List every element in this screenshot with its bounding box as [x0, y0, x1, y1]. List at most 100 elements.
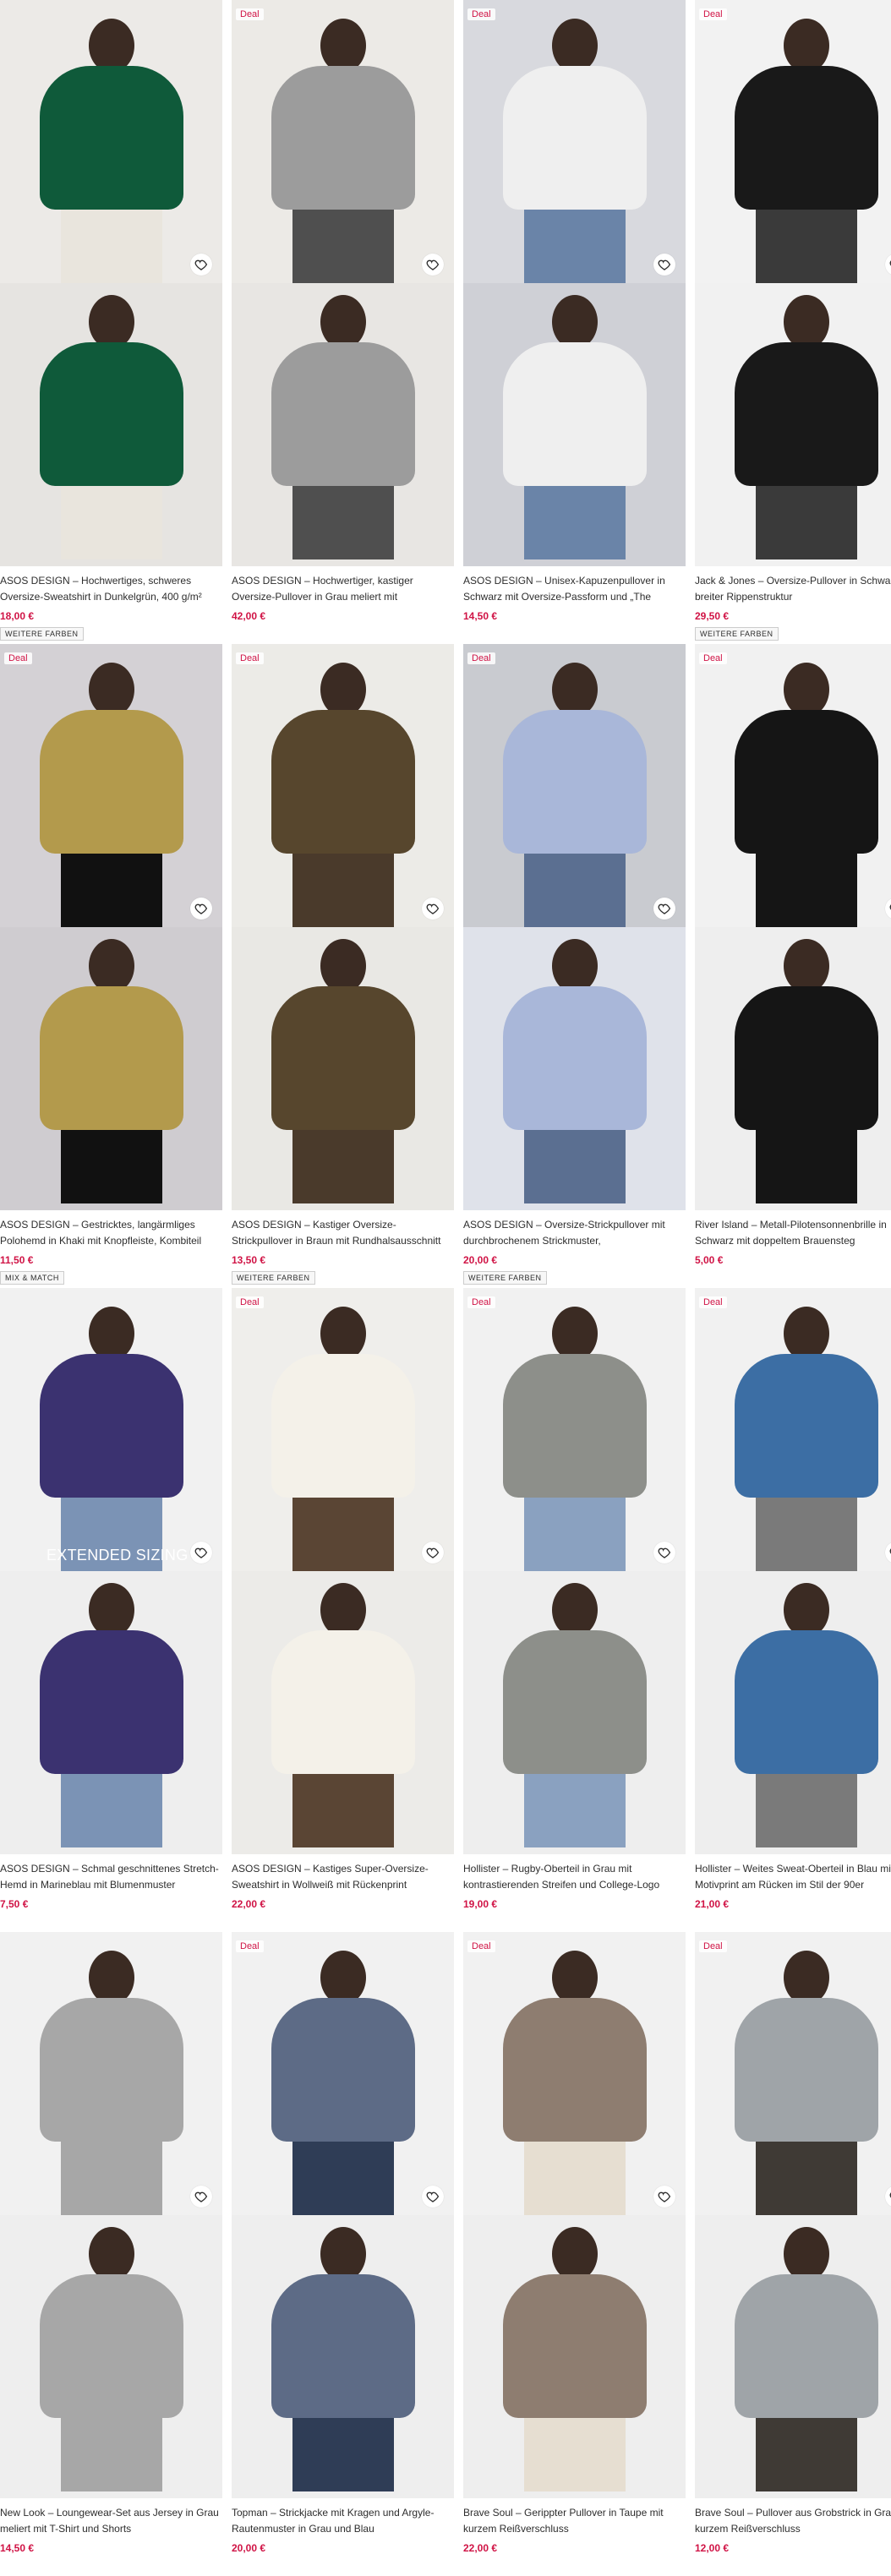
product-image[interactable]: Deal [695, 1288, 891, 1571]
save-for-later-heart-icon[interactable] [190, 1542, 212, 1564]
product-card[interactable]: Deal Topman – Strickjacke mit Kragen und … [232, 1932, 454, 2576]
product-title[interactable]: New Look – Loungewear-Set aus Jersey in … [0, 2505, 222, 2537]
product-title[interactable]: ASOS DESIGN – Kastiger Oversize-Strickpu… [232, 1217, 454, 1249]
product-title[interactable]: ASOS DESIGN – Hochwertiger, kastiger Ove… [232, 573, 454, 605]
product-title[interactable]: ASOS DESIGN – Kastiges Super-Oversize-Sw… [232, 1861, 454, 1893]
product-card[interactable]: New Look – Loungewear-Set aus Jersey in … [0, 1932, 222, 2576]
trousers-shape [60, 1130, 162, 1203]
product-image-alt[interactable] [232, 2215, 454, 2498]
product-title[interactable]: Brave Soul – Pullover aus Grobstrick in … [695, 2505, 891, 2537]
product-image-alt[interactable] [695, 927, 891, 1210]
save-for-later-heart-icon[interactable] [653, 254, 675, 276]
save-for-later-heart-icon[interactable] [190, 254, 212, 276]
trousers-shape [755, 1130, 857, 1203]
product-image-alt[interactable] [463, 2215, 686, 2498]
product-title[interactable]: ASOS DESIGN – Gestricktes, langärmliges … [0, 1217, 222, 1249]
product-image[interactable]: Deal [232, 1288, 454, 1571]
colour-variant-chip[interactable]: WEITERE FARBEN [232, 1271, 315, 1285]
model-head [88, 1307, 134, 1361]
product-image-alt[interactable] [0, 283, 222, 566]
product-card[interactable]: Deal Hollister – Weites Sweat-Oberteil in… [695, 1288, 891, 1932]
save-for-later-heart-icon[interactable] [653, 898, 675, 920]
product-card[interactable]: Deal ASOS DESIGN – Unisex-Kapuzenpullover… [463, 0, 686, 644]
product-image-alt[interactable] [463, 927, 686, 1210]
product-image[interactable]: Deal [695, 1932, 891, 2215]
product-card[interactable]: Deal Brave Soul – Pullover aus Grobstrick… [695, 1932, 891, 2576]
product-image[interactable] [0, 0, 222, 283]
model-head [320, 939, 366, 993]
save-for-later-heart-icon[interactable] [885, 2186, 891, 2208]
colour-variant-chip[interactable]: WEITERE FARBEN [463, 1271, 547, 1285]
garment-shape [502, 986, 647, 1130]
product-image-alt[interactable] [232, 927, 454, 1210]
save-for-later-heart-icon[interactable] [422, 898, 444, 920]
model-head [551, 939, 598, 993]
product-image[interactable]: Deal [463, 0, 686, 283]
product-card[interactable]: Deal ASOS DESIGN – Kastiger Oversize-Stri… [232, 644, 454, 1288]
save-for-later-heart-icon[interactable] [422, 2186, 444, 2208]
product-title[interactable]: ASOS DESIGN – Oversize-Strickpullover mi… [463, 1217, 686, 1249]
colour-variant-chip[interactable]: WEITERE FARBEN [695, 627, 779, 641]
product-price: 14,50 € [463, 610, 498, 622]
product-image[interactable]: Deal [463, 1932, 686, 2215]
product-image[interactable]: EXTENDED SIZING [0, 1288, 222, 1571]
product-card[interactable]: Deal ASOS DESIGN – Oversize-Strickpullove… [463, 644, 686, 1288]
product-image-alt[interactable] [0, 2215, 222, 2498]
garment-shape [39, 986, 183, 1130]
product-image-alt[interactable] [0, 1571, 222, 1854]
product-card[interactable]: Deal ASOS DESIGN – Hochwertiger, kastiger… [232, 0, 454, 644]
product-image-alt[interactable] [695, 2215, 891, 2498]
save-for-later-heart-icon[interactable] [422, 254, 444, 276]
product-title[interactable]: ASOS DESIGN – Schmal geschnittenes Stret… [0, 1861, 222, 1893]
product-card[interactable]: EXTENDED SIZING ASOS DESIGN – Schmal gesc… [0, 1288, 222, 1932]
garment-shape [502, 1998, 647, 2142]
product-price: 13,50 € [232, 1254, 266, 1266]
save-for-later-heart-icon[interactable] [885, 254, 891, 276]
product-image-alt[interactable] [0, 927, 222, 1210]
product-card[interactable]: Deal ASOS DESIGN – Gestricktes, langärmli… [0, 644, 222, 1288]
save-for-later-heart-icon[interactable] [885, 898, 891, 920]
save-for-later-heart-icon[interactable] [653, 2186, 675, 2208]
product-card[interactable]: Deal ASOS DESIGN – Kastiges Super-Oversiz… [232, 1288, 454, 1932]
product-image-alt[interactable] [463, 1571, 686, 1854]
product-card[interactable]: Deal River Island – Metall-Pilotensonnenb… [695, 644, 891, 1288]
product-image[interactable]: Deal [463, 644, 686, 927]
product-title[interactable]: Hollister – Weites Sweat-Oberteil in Bla… [695, 1861, 891, 1893]
save-for-later-heart-icon[interactable] [190, 898, 212, 920]
save-for-later-heart-icon[interactable] [190, 2186, 212, 2208]
product-image[interactable]: Deal [0, 644, 222, 927]
product-title[interactable]: Hollister – Rugby-Oberteil in Grau mit k… [463, 1861, 686, 1893]
model-head [783, 1583, 829, 1637]
save-for-later-heart-icon[interactable] [885, 1542, 891, 1564]
model-head [551, 663, 598, 717]
product-card[interactable]: Deal Jack & Jones – Oversize-Pullover in … [695, 0, 891, 644]
product-image[interactable] [0, 1932, 222, 2215]
product-image-alt[interactable] [463, 283, 686, 566]
product-card[interactable]: ASOS DESIGN – Hochwertiges, schweres Ove… [0, 0, 222, 644]
product-title[interactable]: ASOS DESIGN – Hochwertiges, schweres Ove… [0, 573, 222, 605]
product-image[interactable]: Deal [695, 0, 891, 283]
product-title[interactable]: Brave Soul – Gerippter Pullover in Taupe… [463, 2505, 686, 2537]
garment-shape [734, 1354, 878, 1498]
product-title[interactable]: River Island – Metall-Pilotensonnenbrill… [695, 1217, 891, 1249]
product-card[interactable]: Deal Hollister – Rugby-Oberteil in Grau m… [463, 1288, 686, 1932]
product-image-alt[interactable] [232, 283, 454, 566]
product-image[interactable]: Deal [232, 1932, 454, 2215]
product-image[interactable]: Deal [463, 1288, 686, 1571]
product-image[interactable]: Deal [695, 644, 891, 927]
trousers-shape [292, 1774, 394, 1847]
product-image[interactable]: Deal [232, 644, 454, 927]
save-for-later-heart-icon[interactable] [653, 1542, 675, 1564]
garment-shape [734, 1998, 878, 2142]
save-for-later-heart-icon[interactable] [422, 1542, 444, 1564]
colour-variant-chip[interactable]: WEITERE FARBEN [0, 627, 84, 641]
product-title[interactable]: Jack & Jones – Oversize-Pullover in Schw… [695, 573, 891, 605]
colour-variant-chip[interactable]: MIX & MATCH [0, 1271, 64, 1285]
product-card[interactable]: Deal Brave Soul – Gerippter Pullover in T… [463, 1932, 686, 2576]
product-image-alt[interactable] [695, 283, 891, 566]
product-image-alt[interactable] [695, 1571, 891, 1854]
product-image-alt[interactable] [232, 1571, 454, 1854]
product-title[interactable]: ASOS DESIGN – Unisex-Kapuzenpullover in … [463, 573, 686, 605]
product-image[interactable]: Deal [232, 0, 454, 283]
product-title[interactable]: Topman – Strickjacke mit Kragen und Argy… [232, 2505, 454, 2537]
